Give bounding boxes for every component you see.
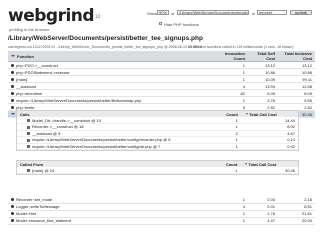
expand-icon[interactable] [11, 105, 14, 109]
run-summary: 61 different functions called in 115 mil… [188, 45, 294, 49]
sort-arrow-icon [245, 163, 248, 166]
table-row[interactable]: Logger::writeToMessage 4 2.01 6.51 [8, 203, 315, 211]
invocation-count-header[interactable]: Invocation Count [218, 51, 248, 62]
unit-select[interactable]: percent [257, 10, 287, 15]
table-row[interactable]: Recorder::set_mode 1 2.04 2.18 [8, 196, 315, 204]
show-label: Show [147, 11, 158, 16]
table-row[interactable]: Model::Hist 1 1.78 21.61 [8, 210, 315, 218]
table-row[interactable]: __autoload 4 13.93 12.68 [8, 82, 315, 90]
list-item[interactable]: require::/Library/WebServer/Documents/pe… [17, 143, 298, 150]
link-icon[interactable] [27, 138, 30, 142]
table-row[interactable]: php::microtime 82 6.09 6.09 [8, 89, 315, 97]
function-column-header[interactable]: Function [8, 51, 218, 62]
inclusive-cost-header[interactable]: Total Inclusive Cost [278, 51, 315, 62]
webgrind-logo: webgrind1.0 [8, 8, 100, 25]
calls-panel: Calls Count Total Call Cost Model_Db->ha… [16, 110, 299, 151]
controls-form: Show 90% of /Library/WebServer/Documents… [147, 10, 315, 27]
function-table: Function Invocation Count Total Self Cos… [8, 51, 315, 118]
called-from-panel: Called From Count Total Call Cost {main}… [16, 160, 299, 175]
expand-icon[interactable] [11, 98, 14, 102]
table-row[interactable]: php::PDO->__construct 1 13.12 13.12 [8, 61, 315, 69]
sort-arrow-icon [11, 55, 15, 58]
sort-arrow-icon [245, 113, 248, 116]
expand-icon[interactable] [11, 63, 14, 67]
function-table-continued: Recorder::set_mode 1 2.04 2.18 Logger::writ… [8, 196, 315, 225]
expand-icon[interactable] [11, 205, 14, 209]
table-row[interactable]: require::/Library/WebServer/Documents/pe… [8, 96, 315, 104]
link-icon[interactable] [27, 118, 30, 122]
link-icon[interactable] [27, 125, 30, 129]
self-cost-header[interactable]: Total Self Cost [248, 51, 278, 62]
expand-icon[interactable] [11, 219, 14, 223]
show-select[interactable]: 90% [157, 10, 169, 15]
collapse-icon[interactable] [11, 113, 15, 116]
hide-php-label: Hide PHP functions [164, 22, 199, 27]
list-item[interactable]: {main} @ 24 1 30.46 [17, 167, 298, 174]
tagline: profiling in the browser [9, 27, 50, 32]
expand-icon[interactable] [11, 77, 14, 81]
update-button[interactable]: update [290, 10, 312, 15]
link-icon[interactable] [27, 145, 30, 149]
run-info: cachegrind.out.1242?2201?d - /Library_We… [8, 45, 202, 49]
table-row[interactable]: {main} 1 10.09 99.11 [8, 75, 315, 83]
file-select[interactable]: /Library/WebServer/Documents/persist [177, 10, 249, 15]
expand-icon[interactable] [11, 91, 14, 95]
expand-icon[interactable] [11, 70, 14, 74]
in-label: in [252, 11, 256, 16]
expand-icon[interactable] [11, 198, 14, 202]
logo-text: webgrind [8, 6, 95, 26]
expand-icon[interactable] [11, 84, 14, 88]
table-row[interactable]: Model::resource_find_statment 1 1.47 20.00 [8, 217, 315, 225]
link-icon[interactable] [27, 132, 30, 136]
link-icon[interactable] [27, 168, 30, 172]
of-label: of [171, 11, 175, 16]
version-label: 1.0 [95, 14, 100, 19]
hide-php-checkbox[interactable] [159, 22, 162, 25]
expand-icon[interactable] [11, 212, 14, 216]
table-row[interactable]: php::PDOStatement->execute 1 10.86 10.86 [8, 68, 315, 76]
page-title: /Library/WebServer/Documents/persist/bet… [8, 35, 203, 42]
